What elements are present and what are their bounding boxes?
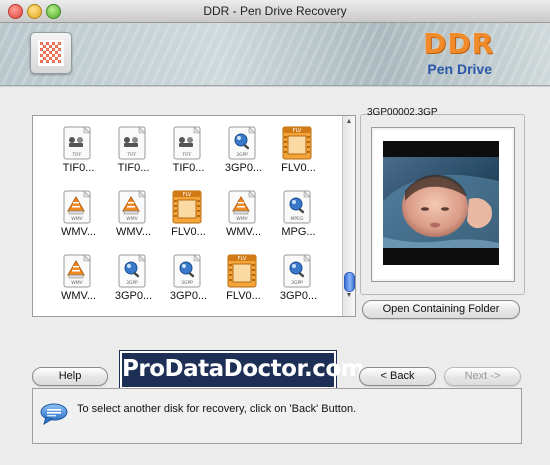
file-label: FLV0...	[226, 290, 261, 302]
window-title: DDR - Pen Drive Recovery	[203, 4, 347, 18]
file-item[interactable]: FLV FLV0...	[161, 188, 216, 248]
flv-file-icon: FLV	[225, 254, 259, 288]
recovered-files-panel[interactable]: TIFF TIF0... TIFF TIF0... TIFF TIF0... 3GPP 3GP…	[32, 115, 356, 317]
svg-text:WMV: WMV	[126, 216, 138, 222]
file-label: TIF0...	[172, 162, 205, 174]
svg-text:3GPP: 3GPP	[236, 152, 248, 158]
speech-bubble-icon	[40, 403, 68, 430]
brand-subtitle: Pen Drive	[427, 61, 492, 77]
3gp-file-icon: 3GPP	[170, 254, 204, 288]
tiff-file-icon: TIFF	[60, 126, 94, 160]
app-logo	[30, 32, 72, 74]
file-item[interactable]: WMV WMV...	[51, 252, 106, 312]
scroll-up-arrow-icon[interactable]: ▲	[345, 118, 353, 126]
header-divider	[0, 86, 550, 87]
flv-file-icon: FLV	[170, 190, 204, 224]
svg-text:TIFF: TIFF	[126, 152, 137, 158]
file-item[interactable]: TIFF TIF0...	[51, 124, 106, 184]
3gp-file-icon: 3GPP	[225, 126, 259, 160]
3gp-file-icon: 3GPP	[115, 254, 149, 288]
tiff-file-icon: TIFF	[115, 126, 149, 160]
flv-file-icon: FLV	[280, 126, 314, 160]
title-bar[interactable]: DDR - Pen Drive Recovery	[0, 0, 550, 23]
back-button[interactable]: < Back	[359, 367, 436, 386]
vertical-scrollbar[interactable]: ▲ ▼	[342, 116, 355, 316]
file-label: MPG...	[281, 226, 316, 238]
file-item[interactable]: FLV FLV0...	[271, 124, 326, 184]
next-button[interactable]: Next ->	[444, 367, 521, 386]
svg-text:FLV: FLV	[293, 128, 302, 134]
watermark-banner: ProDataDoctor.com	[120, 351, 365, 389]
svg-text:WMV: WMV	[236, 216, 248, 222]
tiff-file-icon: TIFF	[170, 126, 204, 160]
watermark-text: ProDataDoctor.com	[122, 356, 365, 382]
baby-photo-icon	[383, 141, 499, 265]
preview-frame	[371, 127, 515, 282]
app-window: DDR - Pen Drive Recovery DDR Pen Drive T…	[0, 0, 550, 465]
file-item[interactable]: 3GPP 3GP0...	[106, 252, 161, 312]
file-item[interactable]: WMV WMV...	[51, 188, 106, 248]
file-item[interactable]: 3GPP 3GP0...	[271, 252, 326, 312]
checker-logo-icon	[38, 40, 64, 66]
help-button[interactable]: Help	[32, 367, 108, 386]
file-label: FLV0...	[171, 226, 206, 238]
file-item[interactable]: WMV WMV...	[216, 188, 271, 248]
scrollbar-thumb[interactable]	[344, 272, 355, 292]
3gp-file-icon: 3GPP	[280, 254, 314, 288]
wmv-file-icon: WMV	[60, 254, 94, 288]
svg-text:TIFF: TIFF	[181, 152, 192, 158]
file-label: WMV...	[60, 226, 97, 238]
svg-text:3GPP: 3GPP	[126, 280, 138, 286]
file-label: 3GP0...	[279, 290, 318, 302]
file-item[interactable]: MPEG MPG...	[271, 188, 326, 248]
file-label: 3GP0...	[224, 162, 263, 174]
mpg-file-icon: MPEG	[280, 190, 314, 224]
file-item[interactable]: TIFF TIF0...	[106, 124, 161, 184]
file-item[interactable]: FLV FLV0...	[216, 252, 271, 312]
svg-text:FLV: FLV	[183, 192, 192, 198]
svg-text:MPEG: MPEG	[291, 216, 304, 222]
wmv-file-icon: WMV	[225, 190, 259, 224]
status-panel: To select another disk for recovery, cli…	[32, 388, 522, 444]
file-label: TIF0...	[117, 162, 150, 174]
file-grid: TIFF TIF0... TIFF TIF0... TIFF TIF0... 3GPP 3GP…	[51, 124, 341, 312]
preview-image	[383, 141, 499, 265]
file-item[interactable]: TIFF TIF0...	[161, 124, 216, 184]
wmv-file-icon: WMV	[115, 190, 149, 224]
file-item[interactable]: WMV WMV...	[106, 188, 161, 248]
svg-text:3GPP: 3GPP	[181, 280, 193, 286]
file-label: TIF0...	[62, 162, 95, 174]
file-label: 3GP0...	[114, 290, 153, 302]
svg-text:WMV: WMV	[71, 280, 83, 286]
file-label: 3GP0...	[169, 290, 208, 302]
wmv-file-icon: WMV	[60, 190, 94, 224]
scroll-down-arrow-icon[interactable]: ▼	[345, 292, 353, 300]
file-item[interactable]: 3GPP 3GP0...	[216, 124, 271, 184]
svg-text:FLV: FLV	[238, 256, 247, 262]
file-label: WMV...	[115, 226, 152, 238]
svg-text:3GPP: 3GPP	[291, 280, 303, 286]
preview-filename: 3GP00002.3GP	[367, 107, 438, 118]
file-label: WMV...	[225, 226, 262, 238]
brand-name: DDR	[422, 27, 494, 60]
file-label: FLV0...	[281, 162, 316, 174]
file-item[interactable]: 3GPP 3GP0...	[161, 252, 216, 312]
file-label: WMV...	[60, 290, 97, 302]
svg-text:WMV: WMV	[71, 216, 83, 222]
open-containing-folder-button[interactable]: Open Containing Folder	[362, 300, 520, 319]
header-banner: DDR Pen Drive	[0, 23, 550, 86]
status-message: To select another disk for recovery, cli…	[77, 403, 357, 415]
svg-text:TIFF: TIFF	[71, 152, 82, 158]
